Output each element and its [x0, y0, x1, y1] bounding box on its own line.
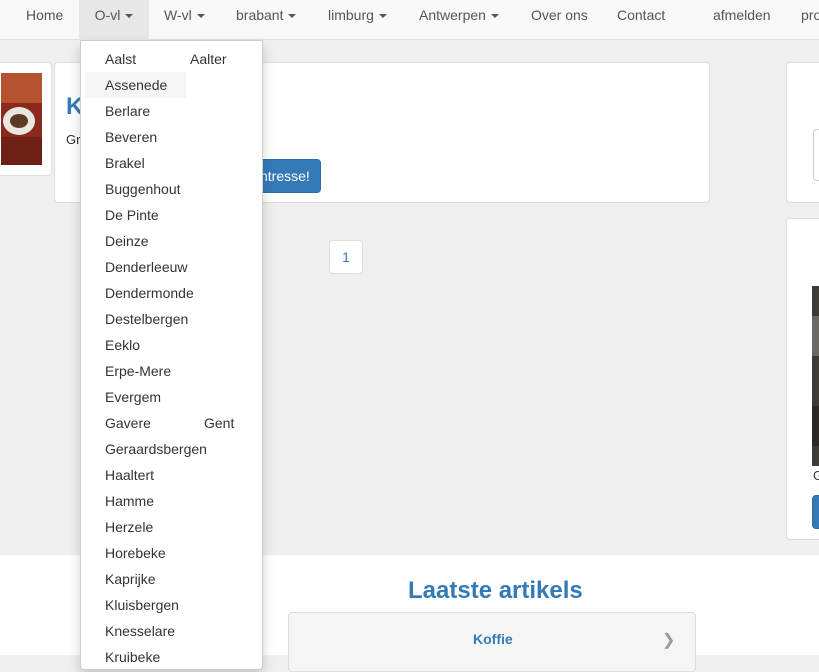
caret-down-icon [125, 14, 134, 19]
nav-o-vl[interactable]: O-vl [79, 0, 149, 40]
dropdown-item-de-pinte[interactable]: De Pinte [105, 202, 159, 228]
listing-thumbnail[interactable] [1, 73, 42, 165]
right-action-button[interactable] [812, 495, 819, 529]
nav-limburg[interactable]: limburg [328, 0, 387, 40]
caret-down-icon [196, 14, 205, 19]
dropdown-item-gavere[interactable]: Gavere [105, 410, 151, 436]
top-navbar: Home O-vl W-vl brabant limburg Antwerpen… [0, 0, 819, 40]
dropdown-item-berlare[interactable]: Berlare [105, 98, 150, 124]
nav-w-vl[interactable]: W-vl [164, 0, 205, 40]
dropdown-item-kluisbergen[interactable]: Kluisbergen [105, 592, 179, 618]
right-top-card [786, 62, 819, 203]
dropdown-item-dendermonde[interactable]: Dendermonde [105, 280, 194, 306]
dropdown-item-evergem[interactable]: Evergem [105, 384, 161, 410]
dropdown-item-deinze[interactable]: Deinze [105, 228, 149, 254]
nav-over-ons[interactable]: Over ons [531, 0, 588, 40]
dropdown-item-aalter[interactable]: Aalter [190, 46, 227, 72]
caret-down-icon [288, 14, 297, 19]
nav-profile[interactable]: pro [801, 0, 819, 40]
right-top-input[interactable] [813, 129, 819, 181]
dropdown-item-geraardsbergen[interactable]: Geraardsbergen [105, 436, 207, 462]
dropdown-item-buggenhout[interactable]: Buggenhout [105, 176, 181, 202]
dropdown-item-assenede[interactable]: Assenede [85, 72, 186, 98]
dropdown-item-gent[interactable]: Gent [204, 410, 234, 436]
nav-antwerpen[interactable]: Antwerpen [419, 0, 499, 40]
interest-button[interactable]: ntresse! [255, 159, 321, 193]
caret-down-icon [490, 14, 499, 19]
latest-articles-title: Laatste artikels [408, 577, 583, 604]
dropdown-item-knesselare[interactable]: Knesselare [105, 618, 175, 644]
right-thumbnail[interactable] [812, 286, 819, 466]
pagination-page-1[interactable]: 1 [329, 240, 363, 274]
dropdown-item-destelbergen[interactable]: Destelbergen [105, 306, 188, 332]
dropdown-item-kruibeke[interactable]: Kruibeke [105, 644, 160, 669]
chevron-right-icon: ❯ [662, 632, 676, 649]
listing-image-card [0, 62, 52, 176]
dropdown-item-brakel[interactable]: Brakel [105, 150, 145, 176]
dropdown-item-aalst[interactable]: Aalst [105, 46, 136, 72]
article-title[interactable]: Koffie [473, 631, 513, 647]
nav-brabant[interactable]: brabant [236, 0, 297, 40]
dropdown-item-horebeke[interactable]: Horebeke [105, 540, 166, 566]
listing-description: Gr [66, 132, 81, 147]
right-bottom-card: G [786, 218, 819, 540]
dropdown-item-kaprijke[interactable]: Kaprijke [105, 566, 156, 592]
nav-afmelden[interactable]: afmelden [713, 0, 771, 40]
caret-down-icon [378, 14, 387, 19]
nav-home[interactable]: Home [26, 0, 63, 40]
article-item[interactable]: Koffie ❯ [288, 612, 696, 672]
dropdown-item-beveren[interactable]: Beveren [105, 124, 157, 150]
dropdown-item-eeklo[interactable]: Eeklo [105, 332, 140, 358]
dropdown-item-herzele[interactable]: Herzele [105, 514, 153, 540]
right-caption: G [813, 468, 819, 483]
dropdown-item-erpe-mere[interactable]: Erpe-Mere [105, 358, 171, 384]
nav-contact[interactable]: Contact [617, 0, 665, 40]
dropdown-item-denderleeuw[interactable]: Denderleeuw [105, 254, 188, 280]
o-vl-dropdown-menu: Aalst Aalter Assenede Berlare Beveren Br… [80, 40, 263, 670]
dropdown-item-hamme[interactable]: Hamme [105, 488, 154, 514]
dropdown-item-haaltert[interactable]: Haaltert [105, 462, 154, 488]
